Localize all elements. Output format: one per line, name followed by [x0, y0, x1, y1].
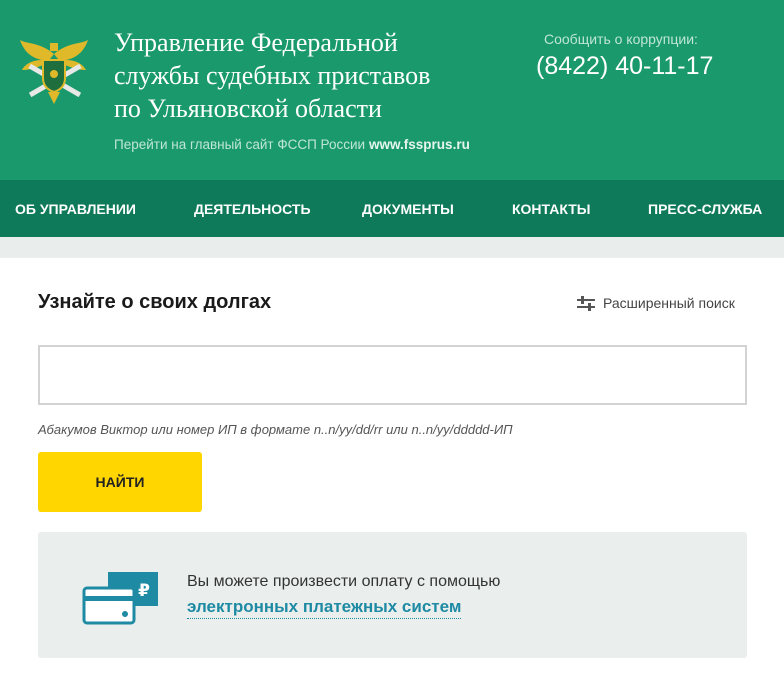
find-button[interactable]: НАЙТИ [38, 452, 202, 512]
payment-info-box: ₽ Вы можете произвести оплату с помощью … [38, 532, 747, 658]
corruption-label: Сообщить о коррупции: [544, 31, 698, 47]
nav-item-contacts[interactable]: КОНТАКТЫ [512, 201, 590, 217]
site-header: Управление Федеральной службы судебных п… [0, 0, 784, 180]
debt-search-card: Узнайте о своих долгах Расширенный поиск… [0, 258, 784, 673]
payment-systems-link[interactable]: электронных платежных систем [187, 597, 462, 619]
search-title: Узнайте о своих долгах [38, 291, 272, 313]
sliders-icon [577, 296, 595, 311]
main-navigation: ОБ УПРАВЛЕНИИ ДЕЯТЕЛЬНОСТЬ ДОКУМЕНТЫ КОН… [0, 180, 784, 237]
search-hint: Абакумов Виктор или номер ИП в формате n… [38, 422, 513, 437]
corruption-phone[interactable]: (8422) 40-11-17 [536, 52, 713, 81]
card-payment-icon: ₽ [82, 572, 158, 625]
svg-text:₽: ₽ [138, 581, 150, 601]
title-line: Управление Федеральной [114, 28, 398, 57]
payment-text: Вы можете произвести оплату с помощью [187, 573, 501, 590]
main-site-domain[interactable]: www.fssprus.ru [369, 137, 470, 152]
main-site-text: Перейти на главный сайт ФССП России [114, 137, 366, 152]
organization-title[interactable]: Управление Федеральной службы судебных п… [114, 26, 514, 125]
nav-item-activity[interactable]: ДЕЯТЕЛЬНОСТЬ [194, 201, 311, 217]
nav-item-press[interactable]: ПРЕСС-СЛУЖБА [648, 201, 762, 217]
title-line: по Ульяновской области [114, 94, 382, 123]
debtor-search-input[interactable] [38, 345, 747, 405]
nav-item-about[interactable]: ОБ УПРАВЛЕНИИ [15, 201, 136, 217]
main-site-link[interactable]: Перейти на главный сайт ФССП России www.f… [114, 137, 470, 152]
title-line: службы судебных приставов [114, 61, 431, 90]
advanced-search-label: Расширенный поиск [603, 295, 735, 311]
fssp-emblem-icon[interactable] [18, 34, 90, 112]
nav-item-documents[interactable]: ДОКУМЕНТЫ [362, 201, 454, 217]
